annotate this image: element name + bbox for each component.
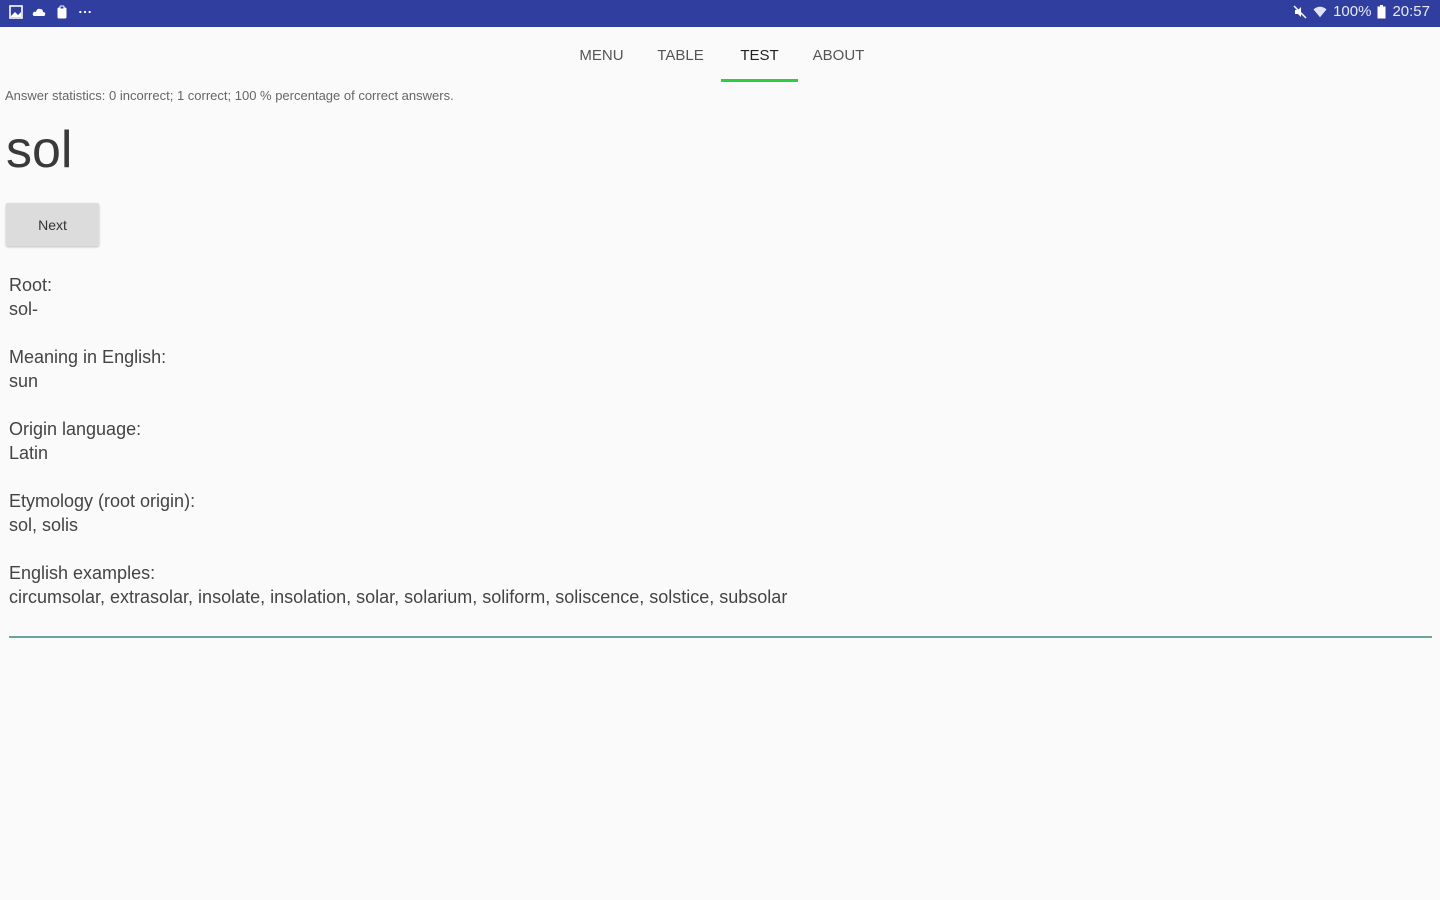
answer-input[interactable] [9, 636, 1432, 638]
notification-icons [9, 5, 92, 19]
battery-percent: 100% [1333, 3, 1372, 20]
detail-value: Latin [9, 443, 49, 463]
clock: 20:57 [1392, 3, 1430, 20]
tab-about[interactable]: ABOUT [799, 27, 878, 83]
cloud-icon [32, 8, 46, 16]
detail-value: circumsolar, extrasolar, insolate, insol… [9, 587, 788, 607]
detail-label: Origin language: [9, 419, 142, 439]
status-bar: 100% 20:57 [0, 0, 1440, 27]
clipboard-icon [57, 5, 67, 19]
more-icon [79, 10, 91, 14]
tab-test[interactable]: TEST [720, 27, 799, 83]
system-status: 100% 20:57 [1293, 3, 1430, 20]
detail-root: Root: sol- [9, 273, 1209, 321]
mute-icon [1293, 4, 1307, 19]
root-details: Root: sol- Meaning in English: sun Origi… [9, 273, 1209, 609]
detail-value: sol, solis [9, 515, 79, 535]
wifi-icon [1313, 6, 1327, 17]
tab-bar: MENU TABLE TEST ABOUT [0, 27, 1440, 83]
tab-table[interactable]: TABLE [641, 27, 720, 83]
gallery-icon [9, 5, 23, 19]
detail-meaning: Meaning in English: sun [9, 345, 1209, 393]
detail-value: sun [9, 371, 39, 391]
tab-menu[interactable]: MENU [562, 27, 641, 83]
detail-label: Etymology (root origin): [9, 491, 196, 511]
detail-label: English examples: [9, 563, 156, 583]
detail-label: Root: [9, 275, 53, 295]
quiz-word: sol [6, 121, 73, 179]
detail-value: sol- [9, 299, 39, 319]
answer-statistics: Answer statistics: 0 incorrect; 1 correc… [5, 88, 454, 103]
detail-label: Meaning in English: [9, 347, 167, 367]
battery-icon [1377, 4, 1386, 18]
detail-origin-language: Origin language: Latin [9, 417, 1209, 465]
next-button[interactable]: Next [6, 203, 99, 246]
detail-etymology: Etymology (root origin): sol, solis [9, 489, 1209, 537]
detail-english-examples: English examples: circumsolar, extrasola… [9, 561, 1209, 609]
